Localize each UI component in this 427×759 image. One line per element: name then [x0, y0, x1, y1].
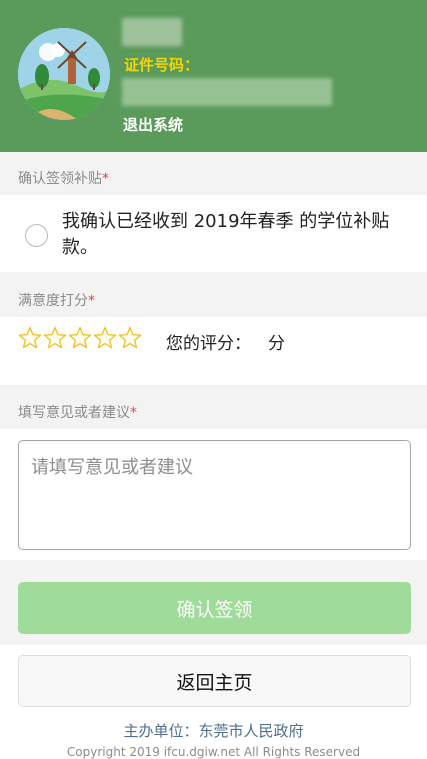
rating-star-icon[interactable] [118, 326, 142, 350]
footer: 主办单位：东莞市人民政府 Copyright 2019 ifcu.dgiw.ne… [0, 720, 427, 759]
organizer-text: 主办单位：东莞市人民政府 [123, 722, 304, 740]
windmill-landscape-icon [18, 28, 110, 120]
rating-star-icon[interactable] [18, 326, 42, 350]
header-banner: 证件号码： 退出系统 [0, 0, 427, 152]
confirm-sign-button[interactable]: 确认签领 [18, 582, 411, 634]
logout-link[interactable]: 退出系统 [123, 114, 183, 135]
id-number-redacted [122, 78, 332, 106]
back-home-button[interactable]: 返回主页 [18, 655, 411, 707]
feedback-section-label: 填写意见或者建议* [18, 402, 137, 422]
confirm-radio[interactable] [25, 224, 48, 247]
required-mark: * [130, 405, 137, 421]
required-mark: * [88, 293, 95, 309]
score-unit: 分 [268, 334, 285, 354]
required-mark: * [102, 171, 109, 187]
rating-stars [18, 326, 142, 350]
rating-section-label: 满意度打分* [18, 290, 95, 310]
confirm-statement: 我确认已经收到 2019年春季 的学位补贴款。 [62, 211, 390, 258]
avatar [18, 28, 110, 120]
rating-star-icon[interactable] [93, 326, 117, 350]
confirm-section-label: 确认签领补贴* [18, 168, 109, 188]
id-number-label: 证件号码： [124, 56, 200, 74]
feedback-section-title: 填写意见或者建议 [18, 405, 130, 421]
your-score-label: 您的评分： [166, 334, 251, 354]
feedback-textarea[interactable] [18, 440, 411, 550]
rating-section-title: 满意度打分 [18, 293, 88, 309]
user-name-redacted [122, 18, 182, 46]
rating-star-icon[interactable] [43, 326, 67, 350]
copyright-text: Copyright 2019 ifcu.dgiw.net All Rights … [66, 745, 361, 759]
rating-star-icon[interactable] [68, 326, 92, 350]
confirm-section-title: 确认签领补贴 [18, 171, 102, 187]
